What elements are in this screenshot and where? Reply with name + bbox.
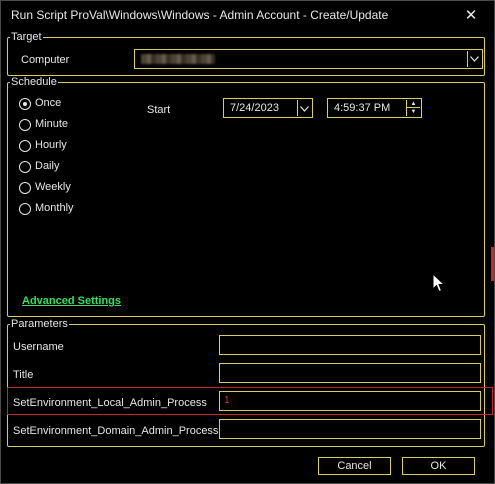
radio-label: Once bbox=[35, 97, 62, 109]
computer-name-redacted bbox=[141, 54, 215, 64]
domain-admin-process-input[interactable] bbox=[219, 419, 481, 439]
window-title: Run Script ProVal\Windows\Windows - Admi… bbox=[11, 8, 389, 22]
chevron-down-icon[interactable] bbox=[297, 100, 311, 116]
start-date-picker[interactable]: 7/24/2023 bbox=[223, 98, 313, 118]
mouse-pointer-icon bbox=[432, 273, 446, 293]
parameters-legend: Parameters bbox=[11, 318, 68, 330]
radio-label: Weekly bbox=[35, 181, 71, 193]
param-label-local-admin: SetEnvironment_Local_Admin_Process bbox=[13, 397, 207, 409]
spin-up-down-icon[interactable]: ▲ ▼ bbox=[406, 100, 420, 116]
username-input[interactable] bbox=[219, 335, 481, 355]
spin-down-icon[interactable]: ▼ bbox=[407, 108, 420, 116]
advanced-settings-link[interactable]: Advanced Settings bbox=[22, 295, 121, 307]
target-legend: Target bbox=[11, 31, 42, 43]
radio-label: Minute bbox=[35, 118, 69, 130]
title-input[interactable] bbox=[219, 363, 481, 383]
dialog-window: Run Script ProVal\Windows\Windows - Admi… bbox=[0, 0, 495, 484]
ok-button[interactable]: OK bbox=[402, 457, 475, 475]
radio-button[interactable] bbox=[19, 203, 31, 215]
radio-button[interactable] bbox=[19, 119, 31, 131]
radio-label: Monthly bbox=[35, 202, 74, 214]
chevron-down-icon[interactable] bbox=[467, 51, 481, 67]
radio-button[interactable] bbox=[19, 182, 31, 194]
radio-button[interactable] bbox=[19, 161, 31, 173]
start-time-picker[interactable]: 4:59:37 PM ▲ ▼ bbox=[327, 98, 422, 118]
param-label-domain-admin: SetEnvironment_Domain_Admin_Process bbox=[13, 425, 219, 437]
radio-label: Hourly bbox=[35, 139, 67, 151]
computer-select[interactable] bbox=[134, 49, 483, 69]
param-label-title: Title bbox=[13, 369, 34, 381]
local-admin-process-input[interactable]: 1 bbox=[219, 391, 481, 411]
radio-button[interactable] bbox=[19, 98, 31, 110]
window-edge-accent bbox=[491, 247, 494, 281]
title-bar: Run Script ProVal\Windows\Windows - Admi… bbox=[1, 1, 494, 31]
cancel-button[interactable]: Cancel bbox=[318, 457, 391, 475]
param-label-username: Username bbox=[13, 341, 64, 353]
close-icon[interactable]: ✕ bbox=[462, 7, 480, 25]
start-time-value: 4:59:37 PM bbox=[334, 102, 391, 114]
schedule-legend: Schedule bbox=[11, 76, 57, 88]
start-date-value: 7/24/2023 bbox=[230, 102, 279, 114]
start-label: Start bbox=[147, 104, 171, 116]
spin-up-icon[interactable]: ▲ bbox=[407, 100, 420, 108]
radio-button[interactable] bbox=[19, 140, 31, 152]
computer-label: Computer bbox=[21, 54, 70, 66]
radio-label: Daily bbox=[35, 160, 60, 172]
